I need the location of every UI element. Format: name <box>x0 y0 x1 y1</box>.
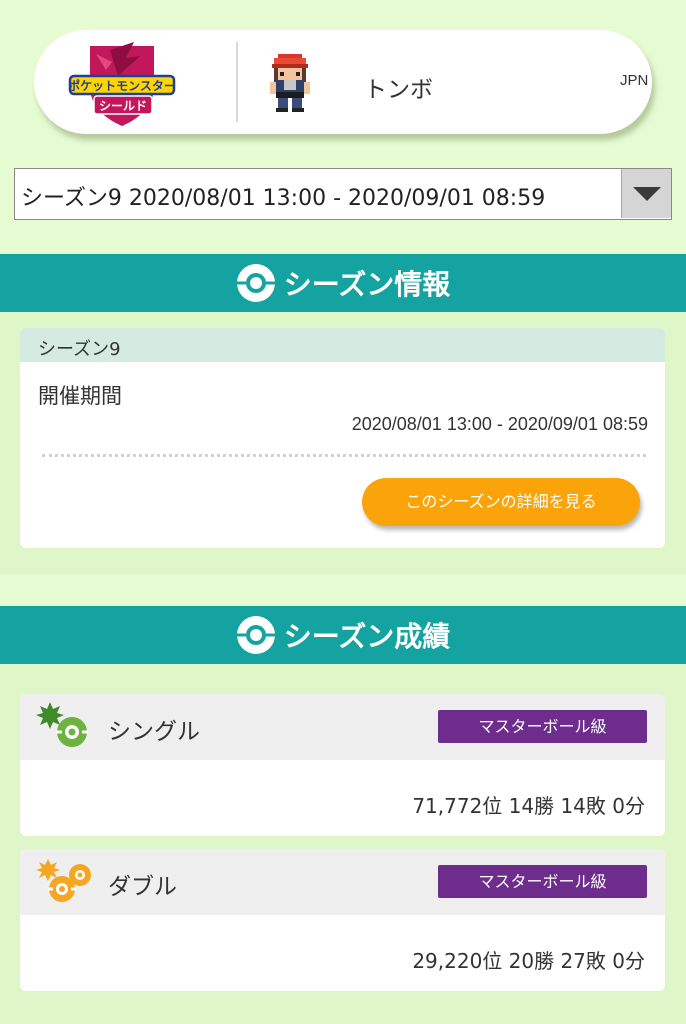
monster-ball-icon <box>236 616 275 654</box>
player-profile-card: ポケットモンスター シールド トンボ JPN <box>34 30 652 134</box>
single-battle-label: シングル <box>108 719 200 745</box>
single-rank-badge: マスターボール級 <box>438 710 647 743</box>
season-select-value: シーズン9 2020/08/01 13:00 - 2020/09/01 08:5… <box>21 186 546 211</box>
season-select-toggle[interactable] <box>621 169 671 218</box>
season-info-header: シーズン情報 <box>0 254 686 312</box>
double-battle-card-header: ダブル マスターボール級 <box>20 849 665 915</box>
period-value: 2020/08/01 13:00 - 2020/09/01 08:59 <box>351 414 648 434</box>
season-name: シーズン9 <box>38 339 121 360</box>
period-label: 開催期間 <box>38 384 122 408</box>
trainer-avatar-icon <box>270 54 310 112</box>
chevron-down-icon <box>633 187 661 201</box>
single-battle-icon <box>36 702 88 747</box>
double-rank-badge: マスターボール級 <box>438 865 647 898</box>
profile-divider <box>236 42 238 122</box>
double-battle-record: 29,220位 20勝 27敗 0分 <box>412 949 645 973</box>
single-battle-record: 71,772位 14勝 14敗 0分 <box>412 794 645 818</box>
dotted-divider <box>42 454 646 457</box>
season-results-title: シーズン成績 <box>283 620 451 653</box>
season-info-card: シーズン9 開催期間 2020/08/01 13:00 - 2020/09/01… <box>20 328 665 548</box>
double-battle-label: ダブル <box>108 874 177 900</box>
player-country: JPN <box>620 72 649 89</box>
season-results-header: シーズン成績 <box>0 606 686 664</box>
page: ポケットモンスター シールド トンボ JPN シーズン9 2020/08/01 … <box>0 0 686 1024</box>
single-battle-card: シングル マスターボール級 71,772位 14勝 14敗 0分 <box>20 694 665 836</box>
logo-title-text: ポケットモンスター <box>68 78 176 93</box>
season-info-card-header: シーズン9 <box>20 328 665 362</box>
monster-ball-icon <box>236 264 275 302</box>
pokemon-shield-logo-icon: ポケットモンスター シールド <box>68 42 176 126</box>
single-battle-card-header: シングル マスターボール級 <box>20 694 665 760</box>
double-battle-icon <box>36 859 91 902</box>
logo-subtitle-text: シールド <box>99 99 147 113</box>
player-name: トンボ <box>364 77 433 103</box>
season-detail-button[interactable]: このシーズンの詳細を見る <box>362 478 640 526</box>
season-info-title: シーズン情報 <box>283 268 451 301</box>
double-battle-card: ダブル マスターボール級 29,220位 20勝 27敗 0分 <box>20 849 665 991</box>
season-select[interactable]: シーズン9 2020/08/01 13:00 - 2020/09/01 08:5… <box>14 168 672 220</box>
